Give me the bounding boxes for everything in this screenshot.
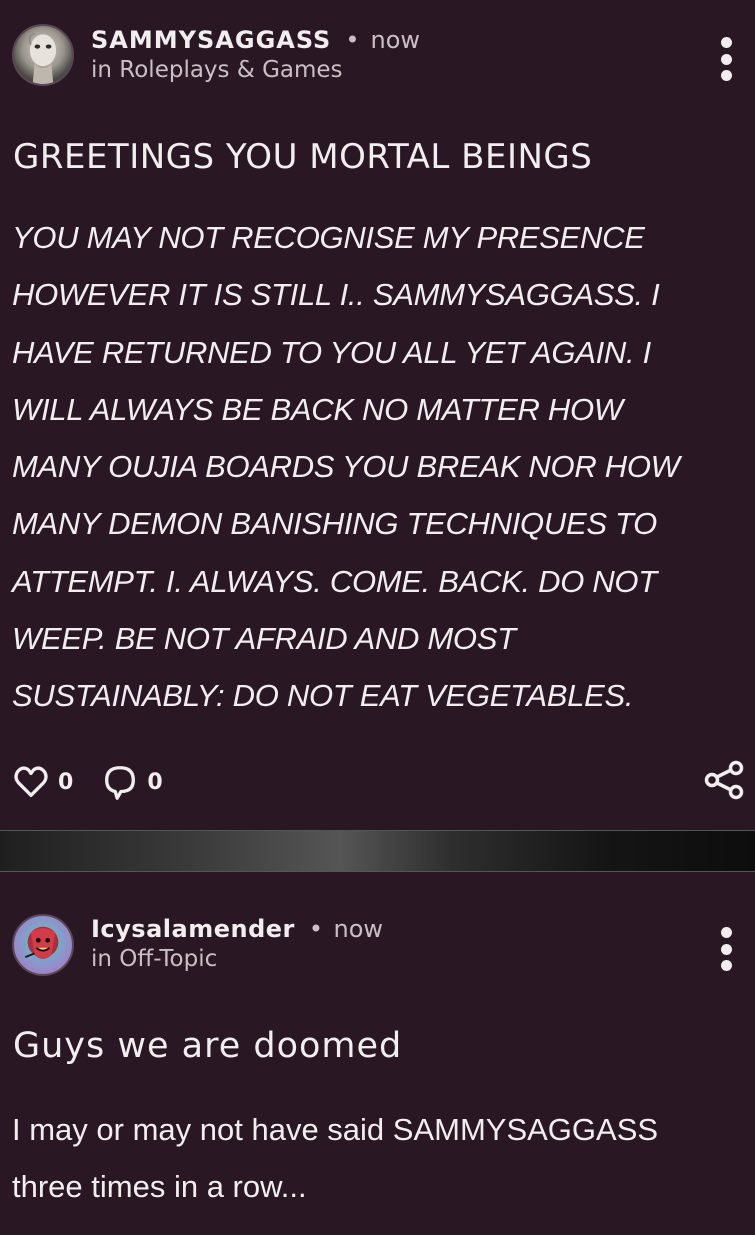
comment-count: 0 xyxy=(147,769,163,795)
author-name[interactable]: Icysalamender xyxy=(91,915,295,943)
more-options-icon[interactable] xyxy=(719,927,733,971)
body-line: ATTEMPT. I. ALWAYS. COME. BACK. DO NOT xyxy=(12,563,657,599)
body-line: three times in a row... xyxy=(12,1169,307,1205)
comment-icon xyxy=(105,766,136,800)
post-community[interactable]: in Roleplays & Games xyxy=(91,57,343,83)
post-author[interactable]: Icysalamender • now xyxy=(91,915,383,943)
body-line: WILL ALWAYS BE BACK NO MATTER HOW xyxy=(12,391,623,427)
avatar-image xyxy=(28,32,57,84)
separator-dot: • xyxy=(345,26,361,54)
like-count: 0 xyxy=(58,769,74,795)
heart-icon xyxy=(14,766,48,797)
author-name[interactable]: SAMMYSAGGASS xyxy=(91,26,331,54)
body-line: HAVE RETURNED TO YOU ALL YET AGAIN. I xyxy=(12,334,651,370)
more-options-icon[interactable] xyxy=(719,37,733,81)
post-time: now xyxy=(333,915,384,943)
post-title[interactable]: GREETINGS YOU MORTAL BEINGS xyxy=(13,137,592,177)
body-line: HOWEVER IT IS STILL I.. SAMMYSAGGASS. I xyxy=(12,277,660,313)
like-button[interactable]: 0 xyxy=(12,763,73,801)
post-card[interactable]: Icysalamender • now in Off-Topic Guys we a… xyxy=(0,872,755,1235)
post-title[interactable]: Guys we are doomed xyxy=(13,1026,402,1066)
separator-dot: • xyxy=(308,915,324,943)
body-line: WEEP. BE NOT AFRAID AND MOST xyxy=(12,621,516,657)
post-time: now xyxy=(370,26,421,54)
user-avatar[interactable] xyxy=(12,914,74,976)
comment-button[interactable]: 0 xyxy=(101,763,163,801)
body-line: SUSTAINABLY: DO NOT EAT VEGETABLES. xyxy=(12,678,634,714)
body-line: MANY OUJIA BOARDS YOU BREAK NOR HOW xyxy=(12,449,680,485)
body-line: YOU MAY NOT RECOGNISE MY PRESENCE xyxy=(12,220,645,255)
share-icon xyxy=(704,760,744,800)
feed-divider xyxy=(0,830,755,872)
share-button[interactable] xyxy=(703,760,745,804)
body-line: MANY DEMON BANISHING TECHNIQUES TO xyxy=(12,506,657,542)
post-author[interactable]: SAMMYSAGGASS • now xyxy=(91,26,420,54)
post-card[interactable]: SAMMYSAGGASS • now in Roleplays & Games GR… xyxy=(0,0,755,830)
avatar-image xyxy=(24,928,56,960)
post-actions: 0 0 xyxy=(12,760,745,804)
user-avatar[interactable] xyxy=(12,24,74,86)
post-body[interactable]: I may or may not have said SAMMYSAGGASS … xyxy=(12,1101,745,1216)
body-line: I may or may not have said SAMMYSAGGASS xyxy=(12,1112,659,1147)
post-body[interactable]: YOU MAY NOT RECOGNISE MY PRESENCE HOWEVE… xyxy=(12,209,745,725)
post-community[interactable]: in Off-Topic xyxy=(91,946,217,972)
